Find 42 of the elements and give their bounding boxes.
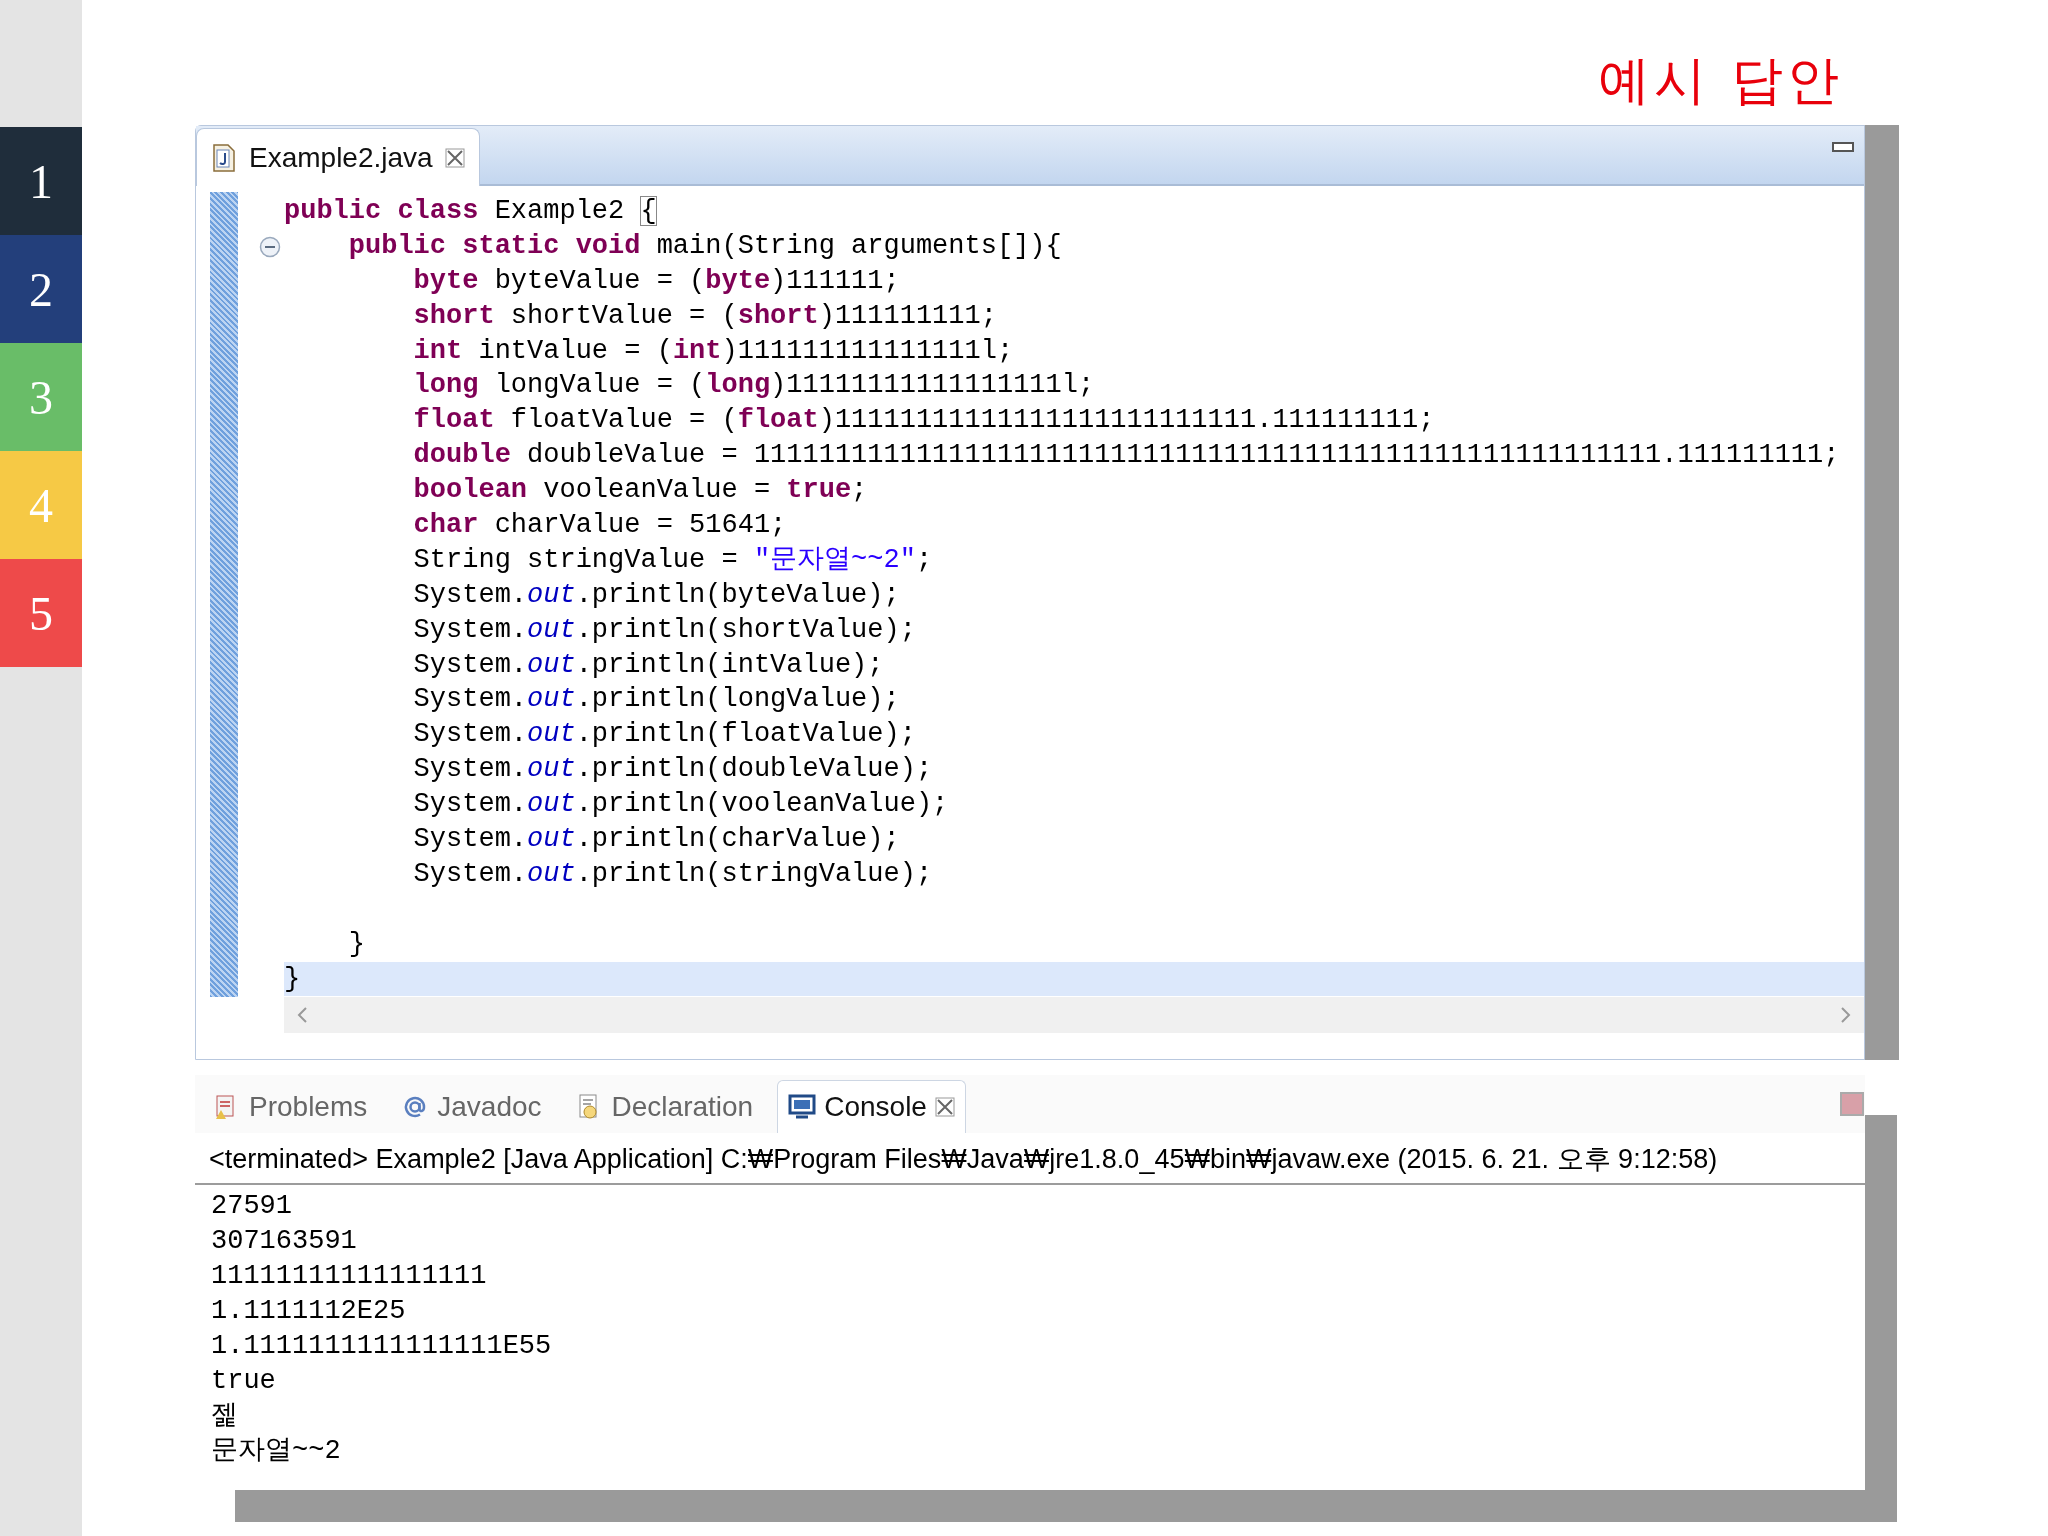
code-line: int intValue = (int)111111111111111l; (412, 334, 1015, 368)
code-line: float floatValue = (float)11111111111111111111111111.111111111; (412, 404, 1436, 438)
code-line: System.out.println(vooleanValue); (412, 788, 950, 822)
console-output-line: 문자열~~2 (211, 1435, 342, 1468)
code-line: System.out.println(stringValue); (412, 857, 934, 891)
console-output-line: 11111111111111111 (211, 1260, 488, 1293)
minimize-icon[interactable] (1832, 142, 1854, 152)
console-output-line: 젩 (211, 1400, 239, 1433)
collapse-icon[interactable] (259, 236, 281, 258)
close-icon[interactable] (444, 147, 465, 168)
console-output-line: 1.1111112E25 (211, 1295, 407, 1328)
code-line: long longValue = (long)11111111111111111l; (412, 369, 1096, 403)
editor-tab[interactable]: Example2.java (196, 128, 480, 186)
console-output-line: true (211, 1365, 277, 1398)
view-tab[interactable]: Javadoc (391, 1081, 552, 1133)
code-line: System.out.println(longValue); (412, 683, 901, 717)
code-line: System.out.println(byteValue); (412, 578, 901, 612)
monitor-icon (788, 1093, 817, 1121)
code-line: short shortValue = (short)111111111; (412, 299, 998, 333)
view-tab[interactable]: Declaration (565, 1081, 764, 1133)
java-file-icon (211, 143, 237, 172)
code-line: System.out.println(shortValue); (412, 613, 917, 647)
code-line: char charValue = 51641; (412, 509, 788, 542)
code-line: System.out.println(intValue); (412, 648, 885, 682)
code-line: System.out.println(charValue); (412, 823, 901, 857)
code-line: public class Example2 { (284, 195, 658, 228)
code-line: double doubleValue = 11111111111111111111111111111111111111111111111111111111.111111111; (412, 439, 1841, 473)
code-line: byte byteValue = (byte)111111; (412, 264, 901, 298)
view-tab[interactable]: Problems (203, 1081, 378, 1133)
code-line: public static void main(String arguments[]){ (347, 229, 1063, 263)
code-line: System.out.println(doubleValue); (412, 753, 934, 787)
close-icon[interactable] (934, 1097, 955, 1117)
slide-title: 예시 답안 (1598, 50, 1843, 110)
console-output-line: 307163591 (211, 1225, 358, 1258)
console-output-line: 27591 (211, 1190, 293, 1223)
console-header: <terminated> Example2 [Java Application] C:₩Program Files₩Java₩jre1.8.0_45₩bin₩javaw.exe (2015. 6. 21. 오후 9:12:58) (195, 1133, 1865, 1185)
code-line: System.out.println(floatValue); (412, 718, 917, 752)
code-line: String stringValue = "문자열~~2"; (412, 543, 934, 577)
view-tab[interactable]: Console (777, 1080, 966, 1133)
code-line: } (347, 927, 366, 961)
code-line: boolean vooleanValue = true; (412, 474, 869, 508)
console-output-line: 1.1111111111111111E55 (211, 1330, 553, 1363)
